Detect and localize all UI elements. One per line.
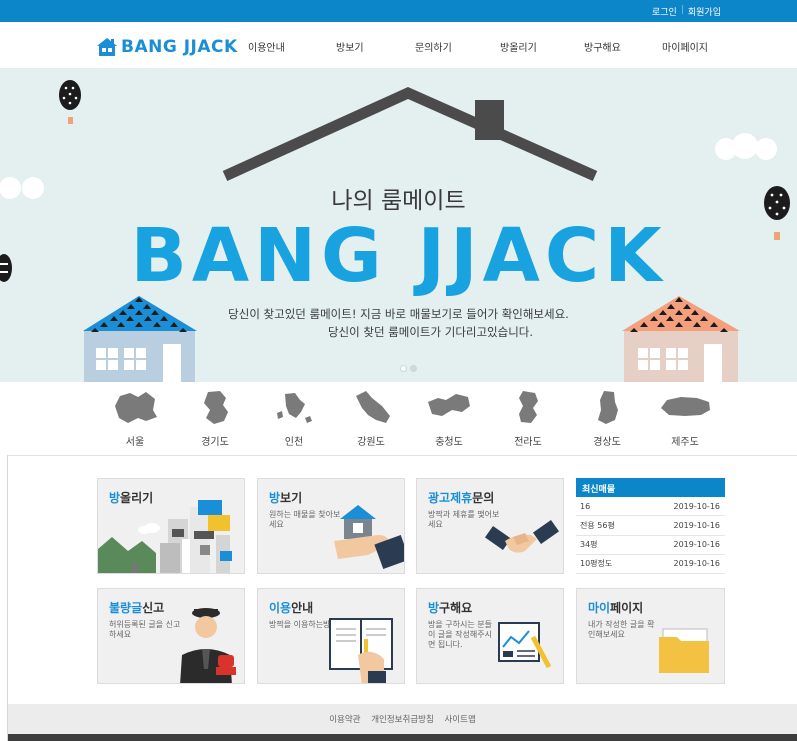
slider-dots — [400, 365, 417, 372]
hero-banner: 나의 룸메이트 BANG JJACK 당신이 찾고있던 룸메이트! 지금 바로 … — [0, 68, 797, 382]
card-view-rooms[interactable]: 방보기 원하는 매물을 찾아보세요 — [257, 478, 405, 574]
nav-inquiry[interactable]: 문의하기 — [415, 39, 452, 54]
region-gyeongsang[interactable]: 경상도 — [572, 388, 642, 448]
listing-row[interactable]: 34평 2019-10-16 — [576, 536, 725, 555]
region-incheon[interactable]: 인천 — [259, 388, 329, 448]
hero-description-line-2: 당신이 찾던 룸메이트가 기다리고있습니다. — [327, 325, 534, 339]
chart-pen-icon — [498, 622, 552, 669]
region-jeolla[interactable]: 전라도 — [493, 388, 563, 448]
card-report-post[interactable]: 불량글신고 허위등록된 글을 신고하세요 — [97, 588, 245, 684]
jeju-map-icon — [661, 397, 710, 416]
folder-icon — [659, 628, 709, 673]
sitemap-link[interactable]: 사이트맵 — [444, 715, 475, 725]
seoul-map-icon — [115, 392, 157, 423]
city-buildings-icon — [98, 500, 232, 573]
slide-dot-2[interactable] — [410, 365, 417, 372]
signup-link[interactable]: 회원가입 — [688, 5, 721, 18]
footer-bottom-bar — [8, 734, 797, 741]
gangwon-map-icon — [356, 391, 390, 423]
region-seoul[interactable]: 서울 — [100, 388, 170, 448]
privacy-link[interactable]: 개인정보취급방침 — [371, 715, 434, 725]
card-post-room[interactable]: 방올리기 — [97, 478, 245, 574]
balloon-left — [59, 80, 81, 124]
hero-description-line-1: 당신이 찾고있던 룸메이트! 지금 바로 매물보기로 들어가 확인해보세요. — [228, 307, 569, 321]
handshake-icon — [484, 519, 560, 553]
latest-listings-panel: 최신매물 16 2019-10-16 전용 56평 2019-10-16 34평 20… — [576, 478, 725, 574]
footer-links: 이용약관 개인정보취급방침 사이트맵 — [8, 713, 797, 725]
card-ad-partnership[interactable]: 광고제휴문의 방짝과 제휴를 맺어보세요 — [416, 478, 564, 574]
site-header: BANG JJACK 이용안내 방보기 문의하기 방올리기 방구해요 마이페이지 — [0, 22, 797, 68]
listing-row[interactable]: 10평정도 2019-10-16 — [576, 555, 725, 574]
separator: | — [680, 5, 684, 15]
chungcheong-map-icon — [428, 394, 470, 416]
nav-mypage[interactable]: 마이페이지 — [662, 39, 708, 54]
jeolla-map-icon — [519, 391, 538, 423]
card-guide[interactable]: 이용안내 방짝을 이용하는방법! — [257, 588, 405, 684]
region-chungcheong[interactable]: 충청도 — [414, 388, 484, 448]
region-selector: 서울 경기도 인천 강원도 충청도 전라도 경상도 제주도 — [0, 382, 797, 454]
logo-text: BANG JJACK — [121, 37, 238, 57]
nav-view-rooms[interactable]: 방보기 — [336, 39, 364, 54]
slide-dot-1[interactable] — [400, 365, 407, 372]
hero-title: BANG JJACK — [130, 213, 667, 299]
card-find-room[interactable]: 방구해요 방을 구하시는 분들이 글을 작성해주시면 됩니다. — [416, 588, 564, 684]
card-mypage[interactable]: 마이페이지 내가 작성한 글을 확인해보세요 — [576, 588, 725, 684]
hero-subtitle: 나의 룸메이트 — [331, 188, 466, 214]
region-jeju[interactable]: 제주도 — [650, 388, 720, 448]
police-officer-icon — [180, 608, 236, 683]
login-link[interactable]: 로그인 — [652, 5, 677, 18]
account-links: 로그인 | 회원가입 — [652, 5, 721, 18]
hand-house-icon — [334, 505, 404, 570]
region-gangwon[interactable]: 강원도 — [336, 388, 406, 448]
listing-row[interactable]: 전용 56평 2019-10-16 — [576, 516, 725, 536]
nav-find-room[interactable]: 방구해요 — [584, 39, 621, 54]
gyeongsang-map-icon — [598, 391, 618, 424]
incheon-map-icon — [277, 393, 312, 423]
region-gyeonggi[interactable]: 경기도 — [180, 388, 250, 448]
gyeonggi-map-icon — [204, 391, 228, 424]
terms-link[interactable]: 이용약관 — [329, 715, 360, 725]
house-logo-icon — [97, 38, 117, 56]
latest-listings-title: 최신매물 — [576, 478, 725, 497]
page-left-border — [7, 455, 8, 741]
site-footer: 이용약관 개인정보취급방침 사이트맵 — [8, 704, 797, 734]
listing-row[interactable]: 16 2019-10-16 — [576, 497, 725, 517]
nav-post-room[interactable]: 방올리기 — [500, 39, 537, 54]
logo[interactable]: BANG JJACK — [96, 37, 238, 57]
open-book-icon — [329, 618, 393, 683]
top-utility-bar: 로그인 | 회원가입 — [0, 0, 797, 22]
section-divider — [8, 455, 797, 456]
nav-guide[interactable]: 이용안내 — [248, 39, 285, 54]
